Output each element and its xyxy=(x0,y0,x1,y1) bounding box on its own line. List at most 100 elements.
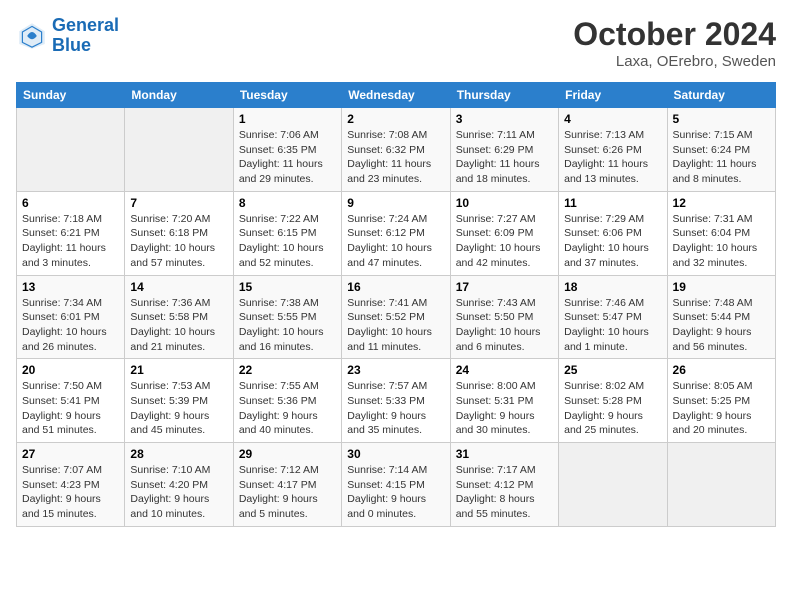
calendar-cell: 16 Sunrise: 7:41 AMSunset: 5:52 PMDayligh… xyxy=(342,275,450,359)
location: Laxa, OErebro, Sweden xyxy=(573,53,776,70)
calendar-cell: 13 Sunrise: 7:34 AMSunset: 6:01 PMDayligh… xyxy=(17,275,125,359)
weekday-row: SundayMondayTuesdayWednesdayThursdayFrid… xyxy=(17,83,776,108)
calendar-cell: 15Sunrise: 7:38 AMSunset: 5:55 PMDayligh… xyxy=(233,275,341,359)
calendar-cell: 11 Sunrise: 7:29 AMSunset: 6:06 PMDayligh… xyxy=(559,191,667,275)
day-info: Sunrise: 7:38 AMSunset: 5:55 PMDaylight:… xyxy=(239,296,336,355)
calendar-header: SundayMondayTuesdayWednesdayThursdayFrid… xyxy=(17,83,776,108)
calendar-cell: 8Sunrise: 7:22 AMSunset: 6:15 PMDaylight… xyxy=(233,191,341,275)
calendar-cell: 29Sunrise: 7:12 AMSunset: 4:17 PMDayligh… xyxy=(233,443,341,527)
day-number: 31 xyxy=(456,447,553,461)
day-number: 28 xyxy=(130,447,227,461)
day-number: 8 xyxy=(239,196,336,210)
day-info: Sunrise: 8:02 AMSunset: 5:28 PMDaylight:… xyxy=(564,379,661,438)
calendar-cell: 14Sunrise: 7:36 AMSunset: 5:58 PMDayligh… xyxy=(125,275,233,359)
calendar-cell: 30 Sunrise: 7:14 AMSunset: 4:15 PMDayligh… xyxy=(342,443,450,527)
day-info: Sunrise: 7:41 AMSunset: 5:52 PMDaylight:… xyxy=(347,296,444,355)
day-info: Sunrise: 7:27 AMSunset: 6:09 PMDaylight:… xyxy=(456,212,553,271)
weekday-header-wednesday: Wednesday xyxy=(342,83,450,108)
day-info: Sunrise: 7:15 AMSunset: 6:24 PMDaylight:… xyxy=(673,128,770,187)
logo-text: General Blue xyxy=(52,16,119,56)
calendar-cell: 31Sunrise: 7:17 AMSunset: 4:12 PMDayligh… xyxy=(450,443,558,527)
calendar-cell: 18 Sunrise: 7:46 AMSunset: 5:47 PMDayligh… xyxy=(559,275,667,359)
day-number: 10 xyxy=(456,196,553,210)
day-info: Sunrise: 7:08 AMSunset: 6:32 PMDaylight:… xyxy=(347,128,444,187)
logo: General Blue xyxy=(16,16,119,56)
day-number: 7 xyxy=(130,196,227,210)
day-number: 23 xyxy=(347,363,444,377)
day-number: 25 xyxy=(564,363,661,377)
weekday-header-sunday: Sunday xyxy=(17,83,125,108)
day-info: Sunrise: 7:14 AMSunset: 4:15 PMDaylight:… xyxy=(347,463,444,522)
logo-line2: Blue xyxy=(52,35,91,55)
calendar-cell: 20Sunrise: 7:50 AMSunset: 5:41 PMDayligh… xyxy=(17,359,125,443)
day-info: Sunrise: 7:48 AMSunset: 5:44 PMDaylight:… xyxy=(673,296,770,355)
day-number: 5 xyxy=(673,112,770,126)
weekday-header-friday: Friday xyxy=(559,83,667,108)
day-number: 24 xyxy=(456,363,553,377)
day-number: 27 xyxy=(22,447,119,461)
calendar-cell: 12 Sunrise: 7:31 AMSunset: 6:04 PMDayligh… xyxy=(667,191,775,275)
calendar-cell: 9 Sunrise: 7:24 AMSunset: 6:12 PMDaylight… xyxy=(342,191,450,275)
weekday-header-thursday: Thursday xyxy=(450,83,558,108)
day-number: 9 xyxy=(347,196,444,210)
day-info: Sunrise: 7:18 AMSunset: 6:21 PMDaylight:… xyxy=(22,212,119,271)
calendar-table: SundayMondayTuesdayWednesdayThursdayFrid… xyxy=(16,82,776,527)
calendar-cell: 6 Sunrise: 7:18 AMSunset: 6:21 PMDaylight… xyxy=(17,191,125,275)
day-number: 19 xyxy=(673,280,770,294)
calendar-cell: 3Sunrise: 7:11 AMSunset: 6:29 PMDaylight… xyxy=(450,108,558,192)
day-number: 22 xyxy=(239,363,336,377)
day-info: Sunrise: 7:53 AMSunset: 5:39 PMDaylight:… xyxy=(130,379,227,438)
day-number: 4 xyxy=(564,112,661,126)
week-row-4: 20Sunrise: 7:50 AMSunset: 5:41 PMDayligh… xyxy=(17,359,776,443)
day-info: Sunrise: 8:00 AMSunset: 5:31 PMDaylight:… xyxy=(456,379,553,438)
day-info: Sunrise: 7:55 AMSunset: 5:36 PMDaylight:… xyxy=(239,379,336,438)
calendar-cell: 19 Sunrise: 7:48 AMSunset: 5:44 PMDayligh… xyxy=(667,275,775,359)
day-number: 30 xyxy=(347,447,444,461)
calendar-cell xyxy=(667,443,775,527)
day-number: 13 xyxy=(22,280,119,294)
week-row-2: 6 Sunrise: 7:18 AMSunset: 6:21 PMDaylight… xyxy=(17,191,776,275)
day-info: Sunrise: 7:11 AMSunset: 6:29 PMDaylight:… xyxy=(456,128,553,187)
day-info: Sunrise: 7:06 AMSunset: 6:35 PMDaylight:… xyxy=(239,128,336,187)
calendar-cell: 10 Sunrise: 7:27 AMSunset: 6:09 PMDayligh… xyxy=(450,191,558,275)
logo-line1: General xyxy=(52,15,119,35)
day-info: Sunrise: 7:31 AMSunset: 6:04 PMDaylight:… xyxy=(673,212,770,271)
calendar-cell: 5 Sunrise: 7:15 AMSunset: 6:24 PMDaylight… xyxy=(667,108,775,192)
weekday-header-monday: Monday xyxy=(125,83,233,108)
day-number: 12 xyxy=(673,196,770,210)
day-info: Sunrise: 7:20 AMSunset: 6:18 PMDaylight:… xyxy=(130,212,227,271)
day-info: Sunrise: 8:05 AMSunset: 5:25 PMDaylight:… xyxy=(673,379,770,438)
calendar-cell: 23 Sunrise: 7:57 AMSunset: 5:33 PMDayligh… xyxy=(342,359,450,443)
calendar-body: 1Sunrise: 7:06 AMSunset: 6:35 PMDaylight… xyxy=(17,108,776,527)
day-number: 18 xyxy=(564,280,661,294)
day-info: Sunrise: 7:34 AMSunset: 6:01 PMDaylight:… xyxy=(22,296,119,355)
day-number: 11 xyxy=(564,196,661,210)
calendar-cell: 21 Sunrise: 7:53 AMSunset: 5:39 PMDayligh… xyxy=(125,359,233,443)
day-number: 16 xyxy=(347,280,444,294)
day-info: Sunrise: 7:24 AMSunset: 6:12 PMDaylight:… xyxy=(347,212,444,271)
calendar-cell: 4 Sunrise: 7:13 AMSunset: 6:26 PMDaylight… xyxy=(559,108,667,192)
calendar-cell: 26 Sunrise: 8:05 AMSunset: 5:25 PMDayligh… xyxy=(667,359,775,443)
calendar-cell xyxy=(17,108,125,192)
day-number: 6 xyxy=(22,196,119,210)
page-header: General Blue October 2024 Laxa, OErebro,… xyxy=(16,16,776,70)
day-info: Sunrise: 7:46 AMSunset: 5:47 PMDaylight:… xyxy=(564,296,661,355)
calendar-cell: 2Sunrise: 7:08 AMSunset: 6:32 PMDaylight… xyxy=(342,108,450,192)
day-info: Sunrise: 7:43 AMSunset: 5:50 PMDaylight:… xyxy=(456,296,553,355)
day-number: 14 xyxy=(130,280,227,294)
day-number: 29 xyxy=(239,447,336,461)
calendar-cell: 24 Sunrise: 8:00 AMSunset: 5:31 PMDayligh… xyxy=(450,359,558,443)
weekday-header-saturday: Saturday xyxy=(667,83,775,108)
week-row-1: 1Sunrise: 7:06 AMSunset: 6:35 PMDaylight… xyxy=(17,108,776,192)
day-number: 26 xyxy=(673,363,770,377)
calendar-cell xyxy=(125,108,233,192)
day-info: Sunrise: 7:13 AMSunset: 6:26 PMDaylight:… xyxy=(564,128,661,187)
week-row-3: 13 Sunrise: 7:34 AMSunset: 6:01 PMDayligh… xyxy=(17,275,776,359)
calendar-cell: 17Sunrise: 7:43 AMSunset: 5:50 PMDayligh… xyxy=(450,275,558,359)
day-number: 21 xyxy=(130,363,227,377)
weekday-header-tuesday: Tuesday xyxy=(233,83,341,108)
day-info: Sunrise: 7:57 AMSunset: 5:33 PMDaylight:… xyxy=(347,379,444,438)
day-info: Sunrise: 7:29 AMSunset: 6:06 PMDaylight:… xyxy=(564,212,661,271)
calendar-cell xyxy=(559,443,667,527)
logo-icon xyxy=(16,20,48,52)
